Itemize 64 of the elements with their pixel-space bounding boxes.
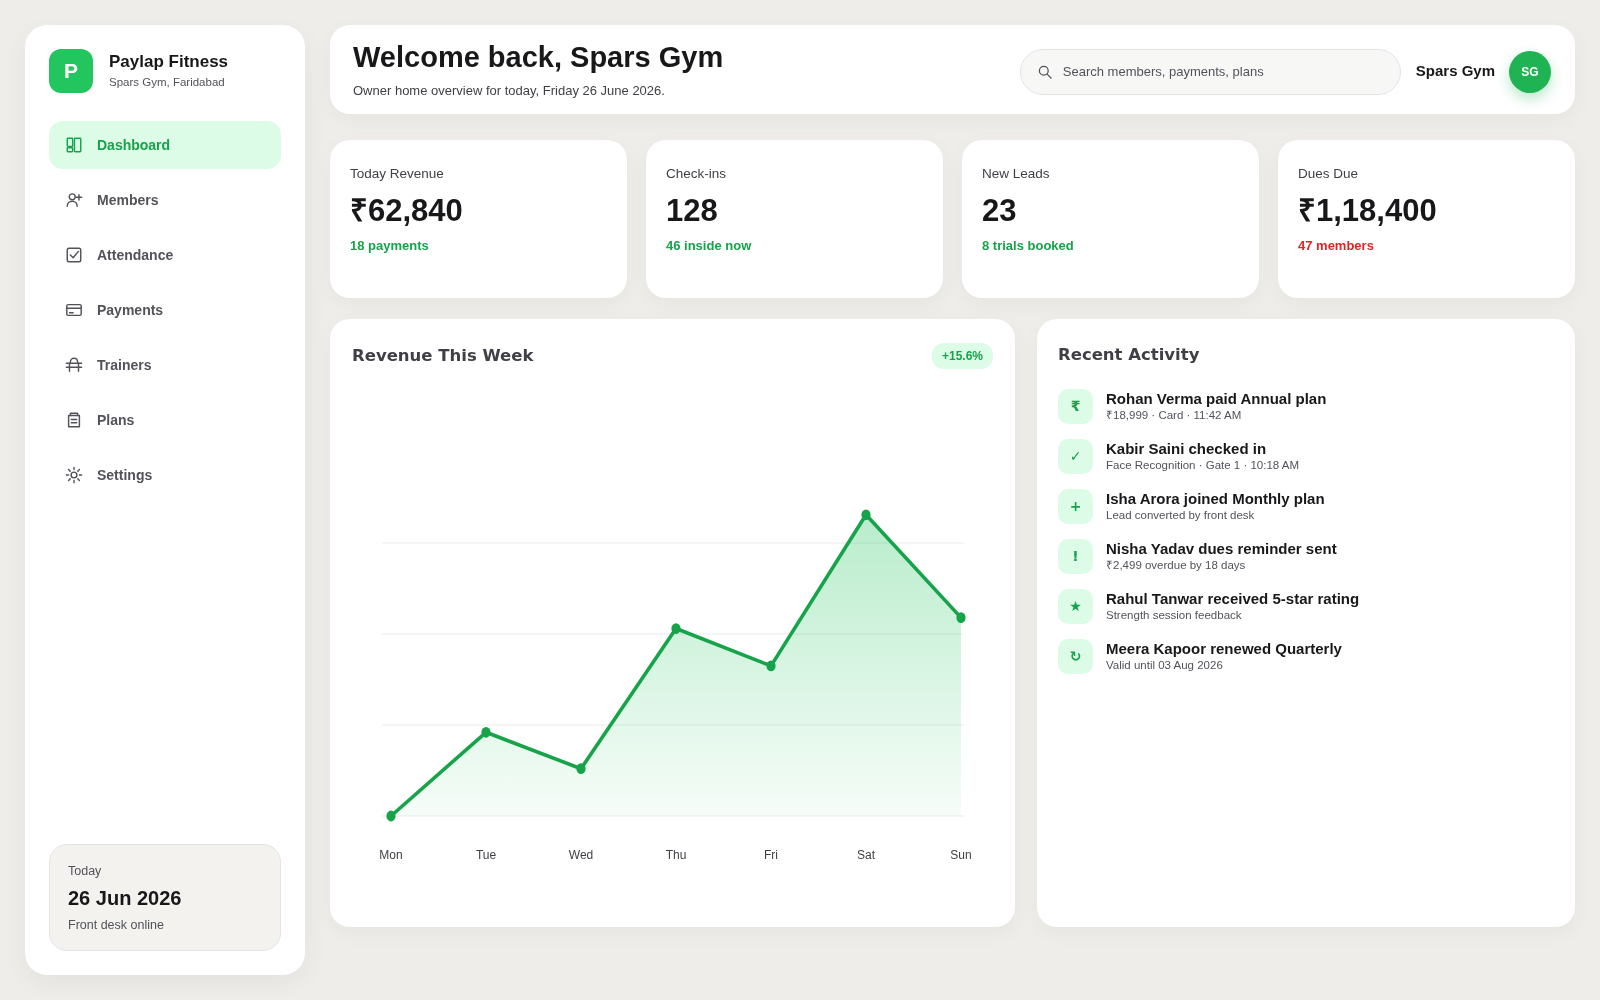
axis-label: Thu [665, 848, 687, 862]
activity-title: Recent Activity [1058, 345, 1201, 365]
search-icon [1036, 63, 1053, 80]
rupee-icon: ₹ [1058, 388, 1093, 424]
axis-label: Fri [764, 848, 778, 862]
stat-note: 8 trials booked [982, 237, 1075, 256]
stat-note: 47 members [1298, 237, 1375, 256]
nav-item[interactable]: Settings [49, 451, 281, 499]
activity-detail: Face Recognition · Gate 1 · 10:18 AM [1106, 458, 1300, 473]
stat-label: Dues Due [1298, 165, 1360, 183]
document-icon [65, 411, 83, 429]
card-icon [65, 301, 83, 319]
plus-icon: + [1058, 488, 1093, 524]
stat-label: Check-ins [666, 165, 728, 183]
activity-detail: ₹2,499 overdue by 18 days [1106, 558, 1247, 573]
stat-value: 23 [982, 194, 1018, 229]
user-plus-icon [65, 191, 83, 209]
brand-name: Paylap Fitness [109, 52, 229, 73]
status-text: Front desk online [68, 917, 165, 935]
activity-detail: Valid until 03 Aug 2026 [1106, 658, 1224, 673]
checkbox-icon [65, 246, 83, 264]
stat-value: ₹62,840 [350, 194, 464, 229]
chart-title: Revenue This Week [352, 346, 534, 366]
brand-location: Spars Gym, Faridabad [109, 74, 226, 90]
bench-icon [65, 356, 83, 374]
activity-detail: ₹18,999 · Card · 11:42 AM [1106, 408, 1243, 423]
nav-item[interactable]: Trainers [49, 341, 281, 389]
logo: P [49, 49, 93, 93]
axis-label: Sun [950, 848, 972, 862]
stat-value: 128 [666, 194, 719, 229]
activity-title-text: Rohan Verma paid Annual plan [1106, 390, 1327, 408]
axis-label: Mon [379, 848, 403, 862]
today-date: 26 Jun 2026 [68, 886, 183, 911]
user-name: Spars Gym [1415, 61, 1495, 82]
stat-label: Today Revenue [350, 165, 445, 183]
nav-item[interactable]: Members [49, 176, 281, 224]
search-field[interactable]: Search members, payments, plans [1019, 48, 1401, 95]
axis-label: Wed [568, 848, 594, 862]
page-title: Welcome back, Spars Gym [353, 42, 724, 75]
nav-item[interactable]: Payments [49, 286, 281, 334]
stat-value: ₹1,18,400 [1298, 194, 1438, 229]
axis-label: Tue [475, 848, 497, 862]
refresh-icon: ↻ [1058, 638, 1093, 674]
star-icon: ★ [1058, 588, 1093, 624]
nav-item[interactable]: Attendance [49, 231, 281, 279]
activity-title-text: Nisha Yadav dues reminder sent [1106, 540, 1337, 558]
page-subtitle: Owner home overview for today, Friday 26 June 2026. [353, 82, 666, 101]
activity-title-text: Meera Kapoor renewed Quarterly [1106, 640, 1342, 658]
settings-icon [65, 466, 83, 484]
activity-title-text: Rahul Tanwar received 5-star rating [1106, 590, 1360, 608]
change-badge: +15.6% [931, 343, 993, 369]
axis-label: Sat [857, 848, 875, 862]
nav-item[interactable]: Plans [49, 396, 281, 444]
stat-label: New Leads [982, 165, 1051, 183]
activity-title-text: Isha Arora joined Monthly plan [1106, 490, 1325, 508]
check-icon: ✓ [1058, 438, 1093, 474]
activity-title-text: Kabir Saini checked in [1106, 440, 1268, 458]
stat-note: 18 payments [350, 237, 430, 256]
stat-note: 46 inside now [666, 237, 753, 256]
today-label: Today [68, 862, 103, 880]
exclamation-icon: ! [1058, 538, 1093, 574]
activity-detail: Lead converted by front desk [1106, 508, 1256, 523]
layout-icon [65, 136, 83, 154]
activity-detail: Strength session feedback [1106, 608, 1243, 623]
